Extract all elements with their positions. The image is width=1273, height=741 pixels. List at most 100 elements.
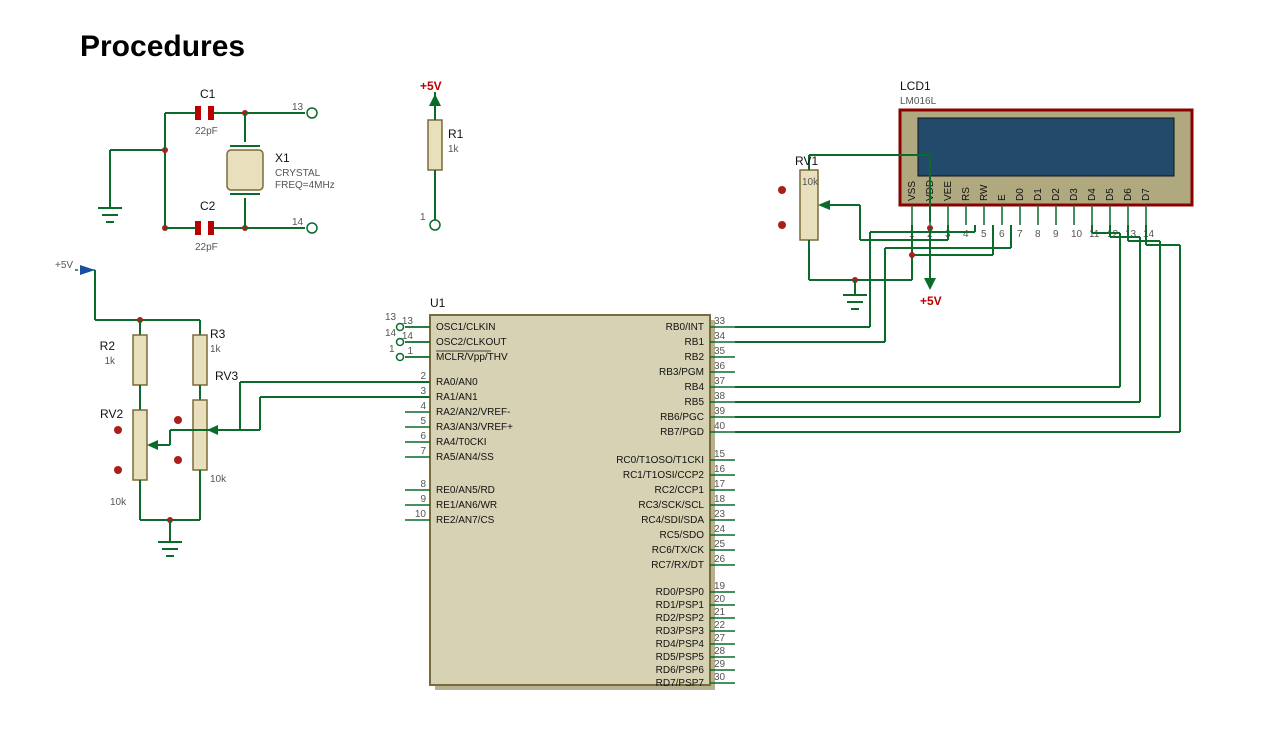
svg-text:VEE: VEE bbox=[943, 181, 954, 201]
svg-text:20: 20 bbox=[714, 594, 726, 605]
svg-text:39: 39 bbox=[714, 406, 726, 417]
svg-text:RA1/AN1: RA1/AN1 bbox=[436, 392, 478, 403]
svg-text:RD3/PSP3: RD3/PSP3 bbox=[656, 626, 705, 637]
schematic-canvas: C1 22pF C2 22pF X1 bbox=[40, 70, 1240, 720]
svg-text:OSC1/CLKIN: OSC1/CLKIN bbox=[436, 322, 495, 333]
x1-type: CRYSTAL bbox=[275, 168, 321, 179]
svg-text:21: 21 bbox=[714, 607, 726, 618]
svg-text:RW: RW bbox=[979, 184, 990, 201]
c2-ref: C2 bbox=[200, 199, 216, 213]
rv1-val: 10k bbox=[802, 177, 819, 188]
svg-text:RB7/PGD: RB7/PGD bbox=[660, 427, 704, 438]
svg-text:29: 29 bbox=[714, 659, 726, 670]
svg-text:RB5: RB5 bbox=[685, 397, 705, 408]
svg-text:RD5/PSP5: RD5/PSP5 bbox=[656, 652, 705, 663]
svg-text:38: 38 bbox=[714, 391, 726, 402]
u1-ref: U1 bbox=[430, 296, 446, 310]
component-r3: R3 1k bbox=[193, 320, 226, 400]
svg-text:RE0/AN5/RD: RE0/AN5/RD bbox=[436, 485, 495, 496]
svg-text:RE1/AN6/WR: RE1/AN6/WR bbox=[436, 500, 497, 511]
r1-term-1: 1 bbox=[420, 212, 426, 223]
rv2-ref: RV2 bbox=[100, 407, 123, 421]
ground-osc bbox=[98, 150, 122, 222]
svg-text:8: 8 bbox=[420, 479, 426, 490]
svg-text:23: 23 bbox=[714, 509, 726, 520]
x1-ref: X1 bbox=[275, 151, 290, 165]
component-r2: R2 1k bbox=[100, 320, 147, 410]
svg-text:15: 15 bbox=[714, 449, 726, 460]
svg-text:RA3/AN3/VREF+: RA3/AN3/VREF+ bbox=[436, 422, 513, 433]
svg-text:26: 26 bbox=[714, 554, 726, 565]
svg-text:9: 9 bbox=[420, 494, 426, 505]
svg-text:RB3/PGM: RB3/PGM bbox=[659, 367, 704, 378]
svg-text:3: 3 bbox=[420, 386, 426, 397]
svg-text:D4: D4 bbox=[1087, 188, 1098, 201]
rv2-val: 10k bbox=[110, 497, 127, 508]
svg-text:2: 2 bbox=[420, 371, 426, 382]
svg-text:5: 5 bbox=[981, 229, 987, 240]
svg-text:25: 25 bbox=[714, 539, 726, 550]
svg-text:13: 13 bbox=[402, 316, 414, 327]
svg-text:RE2/AN7/CS: RE2/AN7/CS bbox=[436, 515, 495, 526]
svg-text:27: 27 bbox=[714, 633, 726, 644]
svg-text:RA5/AN4/SS: RA5/AN4/SS bbox=[436, 452, 494, 463]
rv1-ref: RV1 bbox=[795, 154, 818, 168]
rv3-ref: RV3 bbox=[215, 369, 238, 383]
svg-text:18: 18 bbox=[714, 494, 726, 505]
svg-text:16: 16 bbox=[714, 464, 726, 475]
svg-text:D7: D7 bbox=[1141, 188, 1152, 201]
svg-text:5: 5 bbox=[420, 416, 426, 427]
svg-text:36: 36 bbox=[714, 361, 726, 372]
svg-text:14: 14 bbox=[1143, 229, 1155, 240]
svg-text:D2: D2 bbox=[1051, 188, 1062, 201]
svg-text:14: 14 bbox=[402, 331, 414, 342]
osc-term-13: 13 bbox=[292, 102, 304, 113]
component-rv2: RV2 10k bbox=[100, 407, 158, 520]
svg-text:1: 1 bbox=[389, 344, 395, 355]
svg-text:8: 8 bbox=[1035, 229, 1041, 240]
svg-text:RD6/PSP6: RD6/PSP6 bbox=[656, 665, 705, 676]
svg-text:RB6/PGC: RB6/PGC bbox=[660, 412, 704, 423]
svg-text:D6: D6 bbox=[1123, 188, 1134, 201]
svg-text:12: 12 bbox=[1107, 229, 1119, 240]
svg-text:4: 4 bbox=[963, 229, 969, 240]
svg-text:34: 34 bbox=[714, 331, 726, 342]
svg-text:4: 4 bbox=[420, 401, 426, 412]
page-title: Procedures bbox=[80, 30, 245, 64]
svg-text:11: 11 bbox=[1089, 229, 1100, 240]
svg-text:17: 17 bbox=[714, 479, 726, 490]
svg-text:MCLR/Vpp/THV: MCLR/Vpp/THV bbox=[436, 352, 508, 363]
r1-ref: R1 bbox=[448, 127, 464, 141]
svg-text:13: 13 bbox=[1125, 229, 1137, 240]
svg-text:RC3/SCK/SCL: RC3/SCK/SCL bbox=[638, 500, 704, 511]
svg-text:RD4/PSP4: RD4/PSP4 bbox=[656, 639, 705, 650]
svg-text:RD1/PSP1: RD1/PSP1 bbox=[656, 600, 705, 611]
c1-val: 22pF bbox=[195, 126, 218, 137]
svg-text:RC2/CCP1: RC2/CCP1 bbox=[655, 485, 705, 496]
svg-text:D1: D1 bbox=[1033, 188, 1044, 201]
svg-text:33: 33 bbox=[714, 316, 726, 327]
svg-text:19: 19 bbox=[714, 581, 726, 592]
svg-text:10: 10 bbox=[415, 509, 427, 520]
svg-text:OSC2/CLKOUT: OSC2/CLKOUT bbox=[436, 337, 507, 348]
svg-text:6: 6 bbox=[999, 229, 1005, 240]
svg-text:VSS: VSS bbox=[907, 181, 918, 201]
svg-text:40: 40 bbox=[714, 421, 726, 432]
r3-ref: R3 bbox=[210, 327, 226, 341]
r2-val: 1k bbox=[104, 356, 116, 367]
svg-text:D3: D3 bbox=[1069, 188, 1080, 201]
svg-text:RB0/INT: RB0/INT bbox=[666, 322, 704, 333]
svg-text:28: 28 bbox=[714, 646, 726, 657]
r1-5v: +5V bbox=[420, 79, 442, 93]
r2-ref: R2 bbox=[100, 339, 116, 353]
r3-val: 1k bbox=[210, 344, 222, 355]
component-lcd1: LCD1 LM016L VSS1VDD2VEE3RS4RW5E6D07D18D2… bbox=[900, 79, 1192, 240]
svg-text:RC7/RX/DT: RC7/RX/DT bbox=[651, 560, 704, 571]
svg-text:10: 10 bbox=[1071, 229, 1083, 240]
svg-text:RC0/T1OSO/T1CKI: RC0/T1OSO/T1CKI bbox=[616, 455, 704, 466]
svg-text:RA4/T0CKI: RA4/T0CKI bbox=[436, 437, 487, 448]
svg-text:RC4/SDI/SDA: RC4/SDI/SDA bbox=[641, 515, 704, 526]
svg-text:RD7/PSP7: RD7/PSP7 bbox=[656, 678, 705, 689]
r1-val: 1k bbox=[448, 144, 460, 155]
svg-text:RA2/AN2/VREF-: RA2/AN2/VREF- bbox=[436, 407, 510, 418]
